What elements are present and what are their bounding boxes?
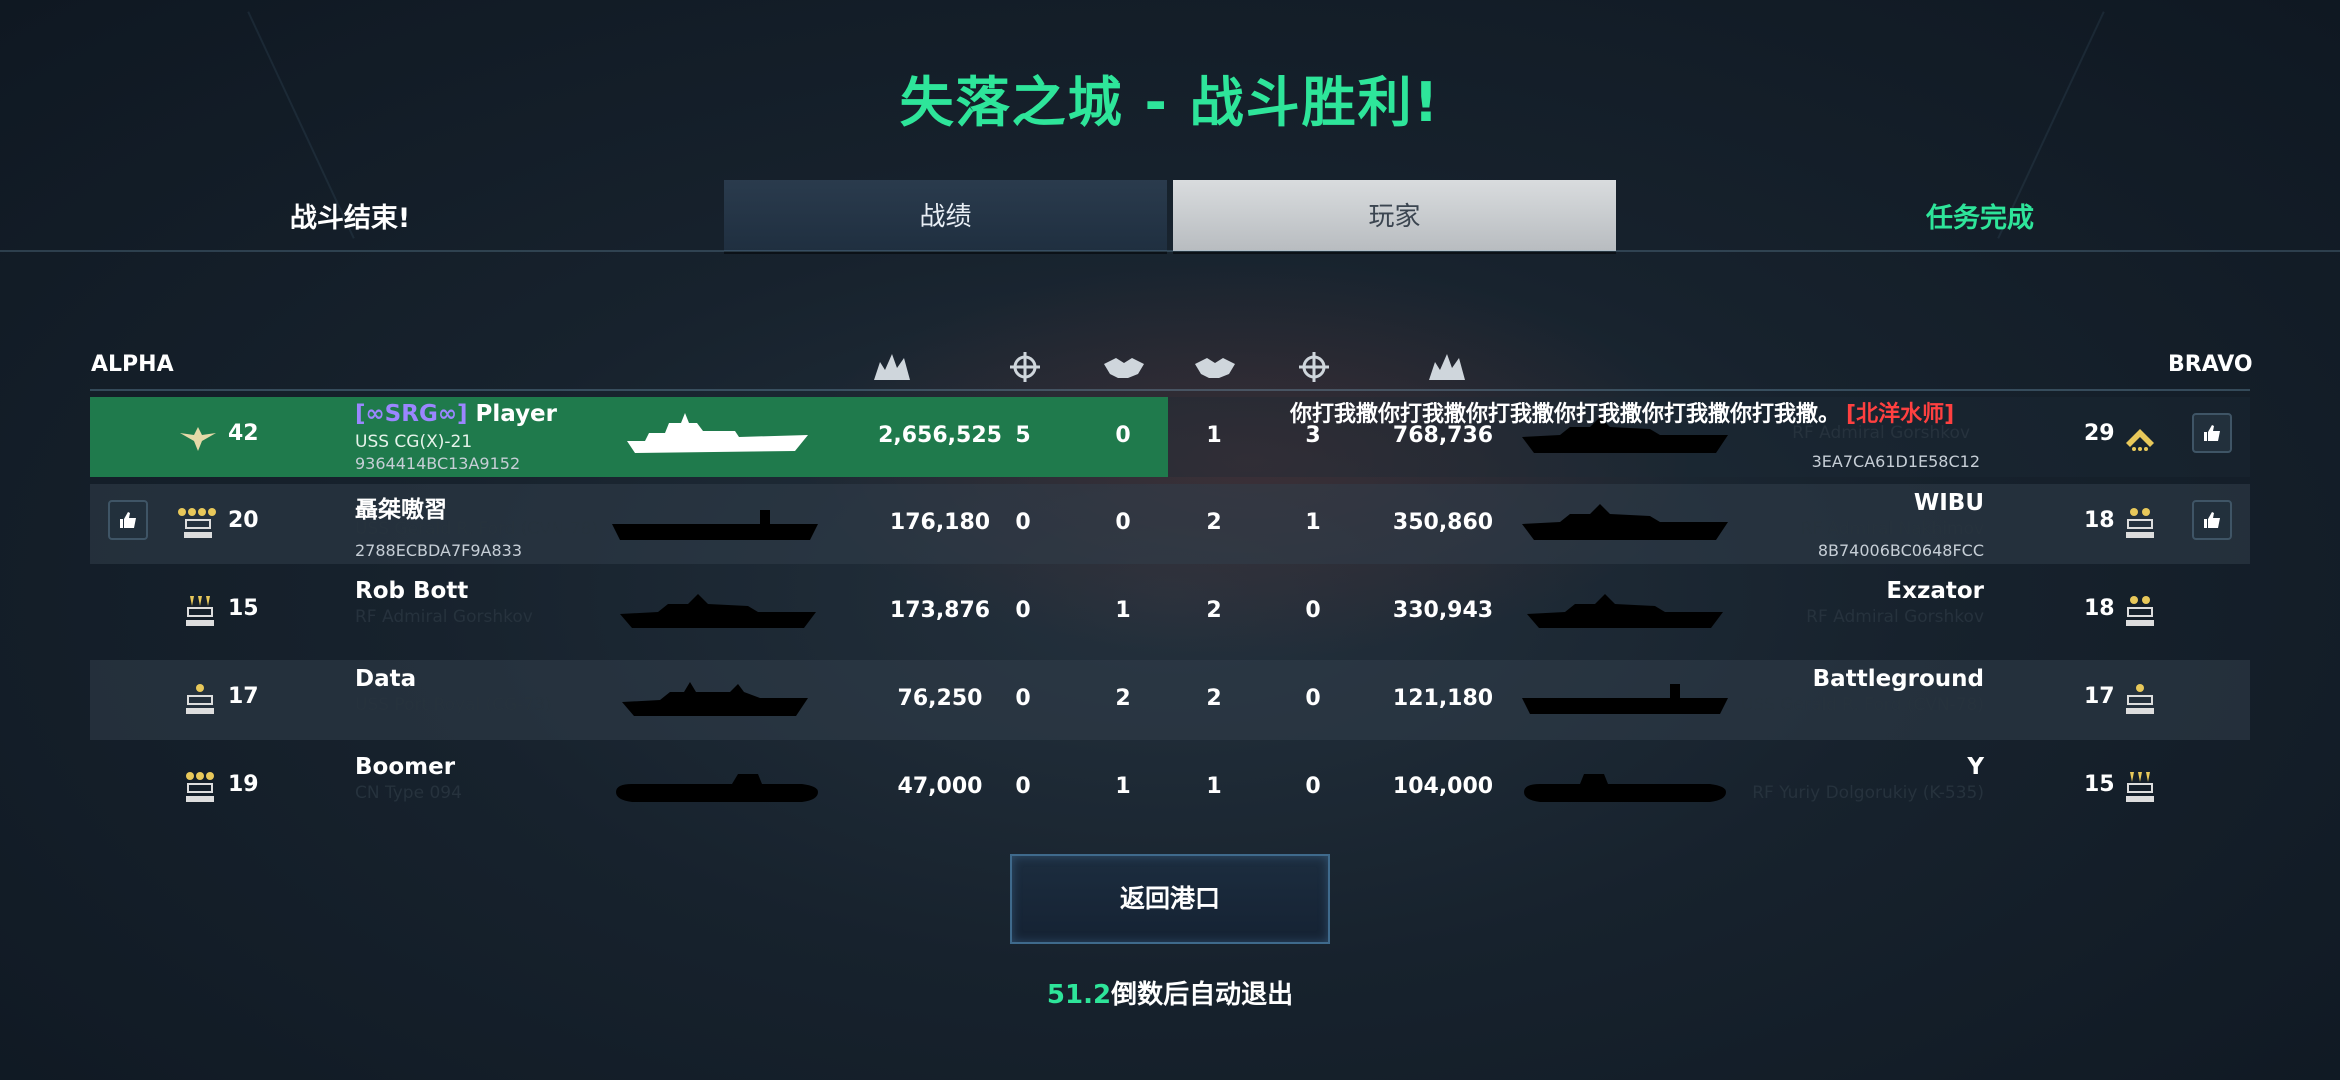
kills-crosshair-icon (1010, 352, 1040, 382)
ship-name: RF Admiral Nakhimov (1800, 519, 1984, 539)
ship-name: CN Type 094 (355, 783, 462, 803)
player-name[interactable]: [∞SRG∞] Player (355, 401, 557, 427)
rank-insignia-icon (186, 772, 214, 802)
assists-handshake-icon (1104, 358, 1144, 378)
player-level: 17 (2084, 684, 2115, 709)
thumbs-up-icon (2204, 425, 2220, 441)
scoreboard-row: 17 Data USS Port Royal (CG-73) 76,250 0 … (90, 660, 2250, 740)
player-level: 42 (228, 421, 259, 446)
rank-eagle-icon (180, 427, 216, 451)
kills-crosshair-icon (1299, 352, 1329, 382)
submarine-silhouette (1524, 774, 1726, 802)
like-button[interactable] (2192, 500, 2232, 540)
player-uid: 3EA7CA61D1E58C12 (1811, 452, 1980, 471)
player-name[interactable]: Exzator (1886, 578, 1984, 604)
kills-value: 0 (1305, 686, 1321, 711)
page-title: 失落之城 - 战斗胜利! (899, 71, 1441, 134)
damage-value: 104,000 (1392, 774, 1494, 799)
auto-exit-countdown: 51.2倒数后自动退出 (0, 974, 2340, 1011)
ship-name: USS CG(X)-21 (355, 432, 473, 452)
damage-icon (1429, 354, 1465, 380)
player-name[interactable]: Y (1967, 754, 1984, 780)
thumbs-up-icon (120, 512, 136, 528)
ship-name: USS Port Royal (CG-73) (355, 695, 552, 715)
submarine-silhouette (616, 774, 818, 802)
countdown-value: 51.2 (1046, 980, 1112, 1010)
player-level: 20 (228, 508, 259, 533)
battle-over-label: 战斗结束! (289, 203, 411, 234)
player-level: 29 (2084, 421, 2115, 446)
ship-silhouette (1522, 684, 1728, 714)
player-level: 18 (2084, 596, 2115, 621)
rank-insignia-icon (2126, 508, 2154, 538)
damage-value: 121,180 (1392, 686, 1494, 711)
ship-name: USS Gerald R. Ford (CVN-78) (1740, 695, 1984, 715)
chat-text: 你打我撒你打我撒你打我撒你打我撒你打我撒你打我撒。 (1290, 402, 1841, 427)
clan-tag: [∞SRG∞] (355, 401, 468, 427)
like-button[interactable] (2192, 413, 2232, 453)
player-name[interactable]: WIBU (1914, 490, 1984, 516)
ship-name: USS Gerald R. Ford (CVN-78) (355, 519, 599, 539)
rank-insignia-icon (186, 596, 214, 626)
tab-players[interactable]: 玩家 (1173, 180, 1616, 254)
ship-name: RF Admiral Gorshkov (355, 607, 533, 627)
ship-silhouette (627, 413, 808, 453)
ship-name: RF Admiral Gorshkov (1806, 607, 1984, 627)
rank-insignia-icon (186, 684, 214, 714)
header-divider (0, 250, 2340, 252)
rank-chevron-icon (2126, 429, 2154, 451)
player-uid: 9364414BC13A9152 (355, 454, 521, 473)
kills-value: 1 (1305, 510, 1321, 535)
damage-value: 350,860 (1392, 510, 1494, 535)
player-level: 15 (228, 596, 259, 621)
rank-insignia-icon (2126, 596, 2154, 626)
player-name[interactable]: Boomer (355, 754, 455, 780)
player-name[interactable]: Rob Bott (355, 578, 468, 604)
rank-insignia-icon (178, 508, 216, 538)
columns-divider (90, 389, 2250, 391)
scoreboard-row: 19 Boomer CN Type 094 47,000 0 1 1 0 104… (90, 748, 2250, 828)
thumbs-up-icon (2204, 512, 2220, 528)
rank-insignia-icon (2126, 772, 2154, 802)
scoreboard-row: 20 聶桀嗷習 USS Gerald R. Ford (CVN-78) 2788… (90, 484, 2250, 564)
ship-name: RF Yuriy Dolgorukiy (K-535) (1752, 783, 1984, 803)
kills-value: 0 (1305, 598, 1321, 623)
team-alpha-label: ALPHA (91, 352, 174, 377)
ship-silhouette (1527, 594, 1723, 628)
countdown-text: 倒数后自动退出 (1111, 980, 1294, 1010)
player-uid: 2788ECBDA7F9A833 (355, 541, 523, 560)
scoreboard-row: 15 Rob Bott RF Admiral Gorshkov 173,876 … (90, 572, 2250, 652)
kills-value: 0 (1305, 774, 1321, 799)
like-button[interactable] (108, 500, 148, 540)
ship-silhouette (612, 510, 818, 540)
player-uid: 8B74006BC0648FCC (1817, 541, 1984, 560)
assists-handshake-icon (1195, 358, 1235, 378)
chat-clan-tag: [北洋水师] (1846, 402, 1955, 427)
ship-silhouette (1522, 504, 1728, 540)
player-name[interactable]: Data (355, 666, 416, 692)
ship-silhouette (620, 594, 816, 628)
player-level: 18 (2084, 508, 2115, 533)
mission-complete-label: 任务完成 (1926, 203, 2034, 234)
return-to-port-button[interactable]: 返回港口 (1010, 854, 1330, 944)
player-level: 15 (2084, 772, 2115, 797)
player-name[interactable]: Battleground (1813, 666, 1984, 692)
player-level: 17 (228, 684, 259, 709)
damage-icon (874, 354, 910, 380)
team-bravo-label: BRAVO (2168, 352, 2253, 377)
damage-value: 330,943 (1392, 598, 1494, 623)
tab-stats[interactable]: 战绩 (724, 180, 1167, 254)
rank-insignia-icon (2126, 684, 2154, 714)
player-level: 19 (228, 772, 259, 797)
ship-silhouette (622, 682, 808, 716)
chat-message: 你打我撒你打我撒你打我撒你打我撒你打我撒你打我撒。 [北洋水师] (1290, 396, 1954, 428)
